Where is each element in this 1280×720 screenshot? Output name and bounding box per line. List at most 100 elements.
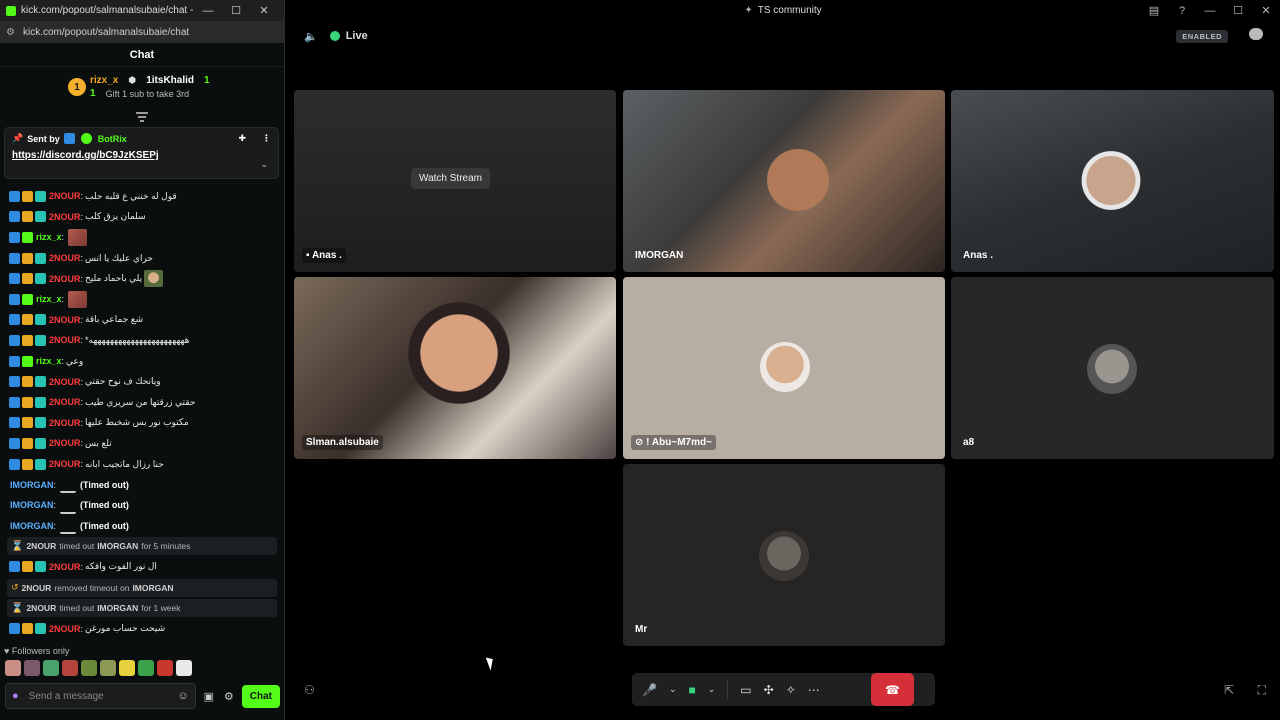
emote-image <box>68 228 88 246</box>
emote-button[interactable] <box>5 660 21 676</box>
chevron-down-icon[interactable]: ⌄ <box>669 684 677 695</box>
username[interactable]: rizx_x <box>36 232 62 242</box>
add-people-icon[interactable]: ⚇ <box>304 683 315 697</box>
username[interactable]: 2NOUR <box>49 253 81 263</box>
video-tile[interactable]: Slman.alsubaie <box>294 277 616 459</box>
chat-badge-icon <box>9 417 20 429</box>
watch-stream-button[interactable]: Watch Stream <box>411 168 490 189</box>
colon: : <box>80 335 84 346</box>
chat-badge-icon <box>35 211 46 223</box>
gift-leaderboard: 1 rizx_x ⬢ 1itsKhalid 1 1 Gift 1 sub to … <box>0 67 284 107</box>
close-icon[interactable]: ✕ <box>1252 4 1280 17</box>
video-tile[interactable]: IMORGAN <box>623 90 945 272</box>
divider <box>727 680 729 699</box>
participant-tile[interactable]: a8 <box>951 277 1274 459</box>
emote-button[interactable] <box>138 660 154 676</box>
screen-share-icon[interactable]: ▭ <box>740 683 751 697</box>
leader-first-name[interactable]: rizx_x <box>90 75 118 86</box>
emote-button[interactable] <box>24 660 40 676</box>
emote-button[interactable] <box>62 660 78 676</box>
close-icon[interactable]: ✕ <box>250 4 278 17</box>
address-bar[interactable]: ⚙ kick.com/popout/salmanalsubaie/chat <box>0 21 284 43</box>
username[interactable]: 2NOUR <box>49 377 81 387</box>
participant-name: IMORGAN <box>635 250 684 261</box>
popout-icon[interactable]: ⇱ <box>1224 683 1234 697</box>
chat-badge-icon <box>35 190 46 202</box>
server-icon: ✦ <box>744 5 753 16</box>
gift-icon[interactable]: ▣ <box>202 690 216 703</box>
username[interactable]: 2NOUR <box>49 274 81 284</box>
chevron-down-icon[interactable]: ⌄ <box>708 684 716 695</box>
muted-icon: ⊘ <box>635 437 644 448</box>
send-chat-button[interactable]: Chat <box>241 684 280 708</box>
chat-message-input[interactable]: ● Send a message ☺ <box>5 683 196 709</box>
site-settings-icon[interactable]: ⚙ <box>6 27 15 38</box>
more-options-icon[interactable]: ⋯ <box>808 683 820 697</box>
chat-bubble-icon[interactable] <box>1249 28 1263 40</box>
username[interactable]: 2NOUR <box>49 438 81 448</box>
username[interactable]: IMORGAN <box>10 500 54 510</box>
participant-tile[interactable]: ⊘ ! Abu~M7md~ <box>623 277 945 459</box>
maximize-icon[interactable]: ☐ <box>222 4 250 17</box>
filter-icon[interactable] <box>136 112 148 122</box>
camera-icon[interactable]: ■ <box>689 683 696 697</box>
colon: : <box>53 520 57 531</box>
soundboard-icon[interactable]: ✧ <box>786 683 796 697</box>
chat-badge-icon <box>9 355 20 367</box>
username[interactable]: 2NOUR <box>49 624 81 634</box>
discord-link[interactable]: https://discord.gg/bC9JzKSEPj <box>12 150 271 161</box>
emoji-icon[interactable]: ☺ <box>178 690 189 702</box>
inbox-icon[interactable]: ▤ <box>1140 4 1168 17</box>
microphone-icon[interactable]: 🎤 <box>642 683 657 697</box>
enabled-badge[interactable]: ENABLED <box>1176 30 1228 43</box>
username[interactable]: IMORGAN <box>10 480 54 490</box>
username[interactable]: 2NOUR <box>49 562 81 572</box>
help-icon[interactable]: ? <box>1168 5 1196 17</box>
chat-badge-icon <box>22 252 33 264</box>
emote-button[interactable] <box>157 660 173 676</box>
stream-tile[interactable]: Watch Stream ▪ Anas . <box>294 90 616 272</box>
settings-gear-icon[interactable]: ⚙ <box>222 690 236 703</box>
activities-icon[interactable]: ✣ <box>764 683 774 697</box>
video-tile[interactable]: Anas . <box>951 90 1274 272</box>
list-item: 2NOUR: شيحت حساب مورغن <box>0 618 284 639</box>
gift-prompt[interactable]: Gift 1 sub to take 3rd <box>106 89 190 99</box>
speaker-icon[interactable]: 🔈 <box>304 30 318 43</box>
emote-button[interactable] <box>43 660 59 676</box>
emote-button[interactable] <box>119 660 135 676</box>
chat-badge-icon <box>9 376 20 388</box>
colon: : <box>80 273 84 284</box>
participant-tile[interactable]: Mr <box>623 464 945 646</box>
minimize-icon[interactable]: — <box>1196 5 1224 17</box>
hourglass-icon: ⌛ <box>11 540 24 552</box>
microphone-icon[interactable]: ● <box>12 690 19 702</box>
username[interactable]: 2NOUR <box>49 191 81 201</box>
chevron-down-icon[interactable]: ⌄ <box>260 159 268 170</box>
username[interactable]: 2NOUR <box>49 212 81 222</box>
more-options-icon[interactable]: ⋮ <box>262 133 271 144</box>
username[interactable]: 2NOUR <box>49 397 81 407</box>
username[interactable]: IMORGAN <box>10 521 54 531</box>
timed-out-label: (Timed out) <box>80 500 129 511</box>
username[interactable]: 2NOUR <box>49 459 81 469</box>
list-item: 2NOUR: مكتوب نور بس شخبط عليها <box>0 413 284 434</box>
fullscreen-icon[interactable]: ⛶ <box>1258 683 1266 698</box>
emote-button[interactable] <box>176 660 192 676</box>
username[interactable]: rizx_x <box>36 356 62 366</box>
username[interactable]: rizx_x <box>36 294 62 304</box>
emote-button[interactable] <box>100 660 116 676</box>
username[interactable]: 2NOUR <box>49 315 81 325</box>
maximize-icon[interactable]: ☐ <box>1224 4 1252 17</box>
emote-button[interactable] <box>81 660 97 676</box>
unpin-icon[interactable]: ✚ <box>238 133 246 144</box>
username[interactable]: 2NOUR <box>49 335 81 345</box>
username[interactable]: 2NOUR <box>49 418 81 428</box>
disconnect-call-button[interactable]: ☎ <box>871 673 914 706</box>
colon: : <box>80 438 84 449</box>
colon: : <box>61 294 65 305</box>
minimize-icon[interactable]: — <box>194 5 222 17</box>
participant-name: Anas . <box>963 250 994 261</box>
bot-name[interactable]: BotRix <box>98 134 127 144</box>
list-item: 2NOUR: يلي باحماد مليح <box>0 268 284 289</box>
leader-second-name[interactable]: 1itsKhalid <box>146 75 194 86</box>
